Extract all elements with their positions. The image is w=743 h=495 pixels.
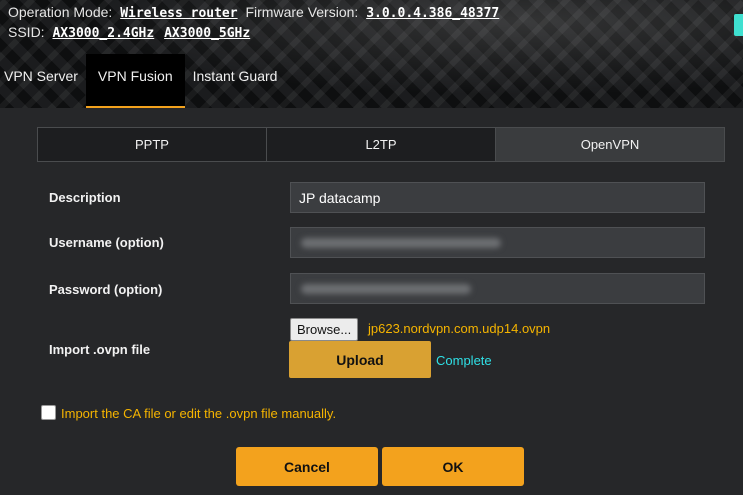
password-label: Password (option): [49, 282, 163, 297]
browse-button[interactable]: Browse...: [290, 318, 359, 341]
vpn-profile-panel: PPTP L2TP OpenVPN Description Username (…: [0, 108, 743, 495]
blurred-username: [301, 238, 501, 248]
tab-l2tp[interactable]: L2TP: [267, 128, 496, 161]
ssid-24ghz-link[interactable]: AX3000_2.4GHz: [52, 26, 154, 41]
ssid-line: SSID: AX3000_2.4GHz AX3000_5GHz: [8, 24, 254, 41]
manual-edit-checkbox[interactable]: [41, 405, 56, 420]
tab-instant-guard[interactable]: Instant Guard: [185, 54, 286, 108]
tab-vpn-server[interactable]: VPN Server: [0, 54, 86, 108]
app-status-icon[interactable]: [734, 14, 743, 36]
tab-pptp[interactable]: PPTP: [38, 128, 267, 161]
description-input[interactable]: [290, 182, 705, 213]
ssid-label: SSID:: [8, 24, 45, 40]
operation-mode-label: Operation Mode:: [8, 4, 113, 20]
ok-button[interactable]: OK: [382, 447, 524, 486]
selected-filename: jp623.nordvpn.com.udp14.ovpn: [368, 321, 551, 336]
operation-mode-line: Operation Mode: Wireless router Firmware…: [8, 4, 503, 21]
firmware-version-link[interactable]: 3.0.0.4.386_48377: [366, 6, 499, 21]
firmware-label: Firmware Version:: [245, 4, 359, 20]
cancel-button[interactable]: Cancel: [236, 447, 378, 486]
ssid-5ghz-link[interactable]: AX3000_5GHz: [164, 26, 250, 41]
upload-status: Complete: [436, 353, 492, 368]
blurred-password: [301, 284, 471, 294]
username-label: Username (option): [49, 235, 164, 250]
operation-mode-link[interactable]: Wireless router: [120, 6, 237, 21]
vpn-tabs: VPN Server VPN Fusion Instant Guard: [0, 54, 285, 108]
password-input[interactable]: [290, 273, 705, 304]
import-ovpn-label: Import .ovpn file: [49, 342, 151, 357]
username-input[interactable]: [290, 227, 705, 258]
manual-edit-label[interactable]: Import the CA file or edit the .ovpn fil…: [61, 406, 336, 421]
tab-openvpn[interactable]: OpenVPN: [496, 128, 724, 161]
protocol-tabs: PPTP L2TP OpenVPN: [37, 127, 725, 162]
router-header: Operation Mode: Wireless router Firmware…: [0, 0, 743, 108]
description-label: Description: [49, 190, 121, 205]
upload-button[interactable]: Upload: [289, 341, 431, 378]
tab-vpn-fusion[interactable]: VPN Fusion: [85, 54, 185, 108]
